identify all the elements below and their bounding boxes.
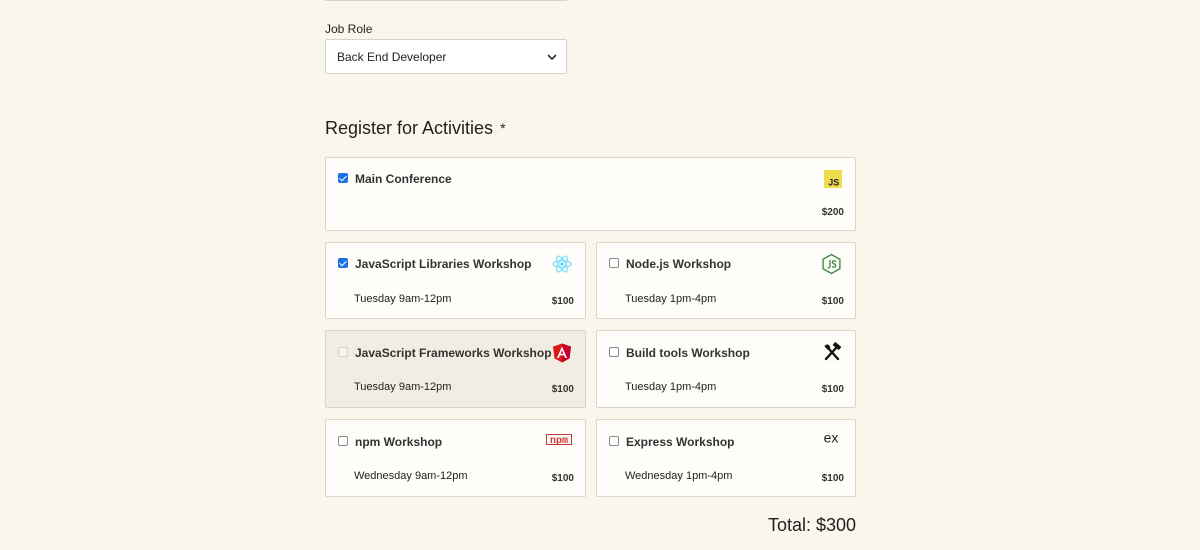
activity-checkbox[interactable] [338,173,348,183]
build-tools-icon [824,342,842,361]
activity-name: Node.js Workshop [626,257,732,271]
activity-time: Wednesday 9am-12pm [354,470,468,482]
npm-text: npm [550,436,568,446]
activity-build-tools[interactable]: Build tools Workshop Tuesday 1pm-4pm $10… [596,330,856,408]
activity-time: Wednesday 1pm-4pm [625,470,733,482]
registration-form: Job Role Back End Developer Register for… [0,0,1200,550]
npm-icon: npm [546,434,572,446]
activity-cost: $100 [551,473,574,484]
activity-npm[interactable]: npm Workshop npm Wednesday 9am-12pm $100 [325,419,586,497]
activities-total: Total: $300 [768,515,857,535]
activity-cost: $100 [551,384,574,395]
activity-time: Tuesday 9am-12pm [354,381,452,393]
job-role-label: Job Role [325,22,373,36]
activity-checkbox[interactable] [609,436,619,446]
job-role-select[interactable]: Back End Developer [325,39,567,74]
activity-time: Tuesday 9am-12pm [354,293,452,305]
react-icon [552,255,572,273]
activity-express[interactable]: Express Workshop ex Wednesday 1pm-4pm $1… [596,419,856,497]
express-text: ex [824,431,839,445]
activity-name: Main Conference [355,172,452,186]
activity-name: Express Workshop [626,435,735,449]
js-text: JS [828,177,839,187]
activity-cost: $100 [821,473,844,484]
activity-main-conference[interactable]: Main Conference JS $200 [325,157,856,231]
activity-nodejs[interactable]: Node.js Workshop Tuesday 1pm-4pm $100 [596,242,856,319]
activity-js-frameworks: JavaScript Frameworks Workshop Tuesday 9… [325,330,586,408]
express-icon: ex [824,431,839,445]
activity-name: npm Workshop [355,435,443,449]
activity-checkbox[interactable] [338,436,348,446]
activity-checkbox [338,347,348,357]
activity-checkbox[interactable] [338,258,348,268]
activity-cost: $200 [821,207,844,218]
nodejs-icon [822,253,841,275]
activity-checkbox[interactable] [609,258,619,268]
chevron-down-icon [547,54,557,60]
angular-icon [553,343,571,363]
activity-time: Tuesday 1pm-4pm [625,381,717,393]
activity-time: Tuesday 1pm-4pm [625,293,717,305]
job-role-value: Back End Developer [337,49,447,64]
activity-cost: $100 [821,296,844,307]
activity-cost: $100 [551,296,574,307]
activity-name: JavaScript Frameworks Workshop [355,346,552,360]
activity-checkbox[interactable] [609,347,619,357]
activities-legend: Register for Activities * [325,118,506,139]
javascript-icon: JS [824,170,842,188]
activity-name: Build tools Workshop [626,346,750,360]
activities-legend-text: Register for Activities [325,118,494,138]
activity-js-libraries[interactable]: JavaScript Libraries Workshop Tuesday 9a… [325,242,586,319]
activity-cost: $100 [821,384,844,395]
activity-name: JavaScript Libraries Workshop [355,257,532,271]
email-field[interactable] [325,0,567,1]
required-mark: * [500,120,506,136]
